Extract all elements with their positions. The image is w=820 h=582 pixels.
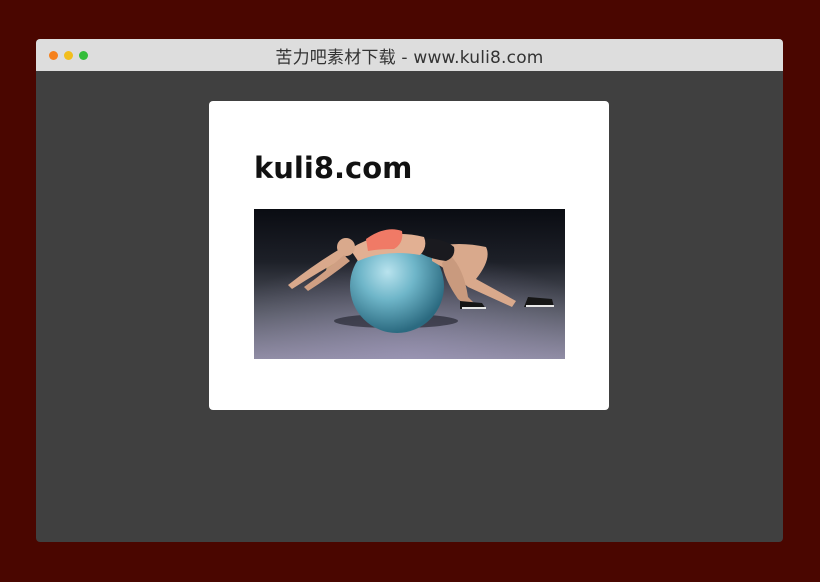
browser-window: 苦力吧素材下载 - www.kuli8.com kuli8.com xyxy=(36,39,783,542)
zoom-dot-icon[interactable] xyxy=(79,51,88,60)
window-title: 苦力吧素材下载 - www.kuli8.com xyxy=(275,47,544,68)
exercise-photo xyxy=(254,209,565,359)
minimize-dot-icon[interactable] xyxy=(64,51,73,60)
traffic-lights xyxy=(49,51,88,60)
exercise-photo-icon xyxy=(254,209,565,359)
window-titlebar: 苦力吧素材下载 - www.kuli8.com xyxy=(36,39,783,71)
card-heading: kuli8.com xyxy=(254,151,413,185)
content-card: kuli8.com xyxy=(209,101,609,410)
close-dot-icon[interactable] xyxy=(49,51,58,60)
